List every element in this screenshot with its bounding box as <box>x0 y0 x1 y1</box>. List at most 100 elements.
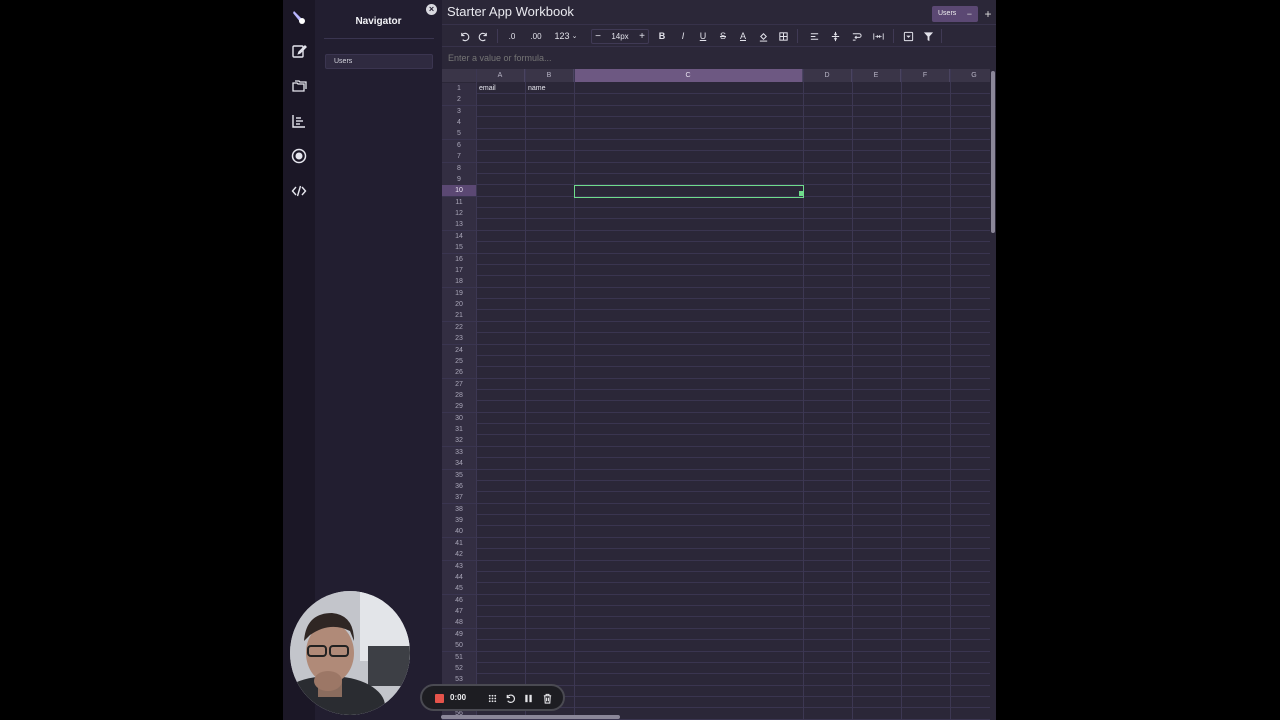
row-header[interactable]: 44 <box>442 571 476 583</box>
column-header-b[interactable]: B <box>525 69 574 82</box>
vertical-scrollbar[interactable] <box>990 69 996 720</box>
filter-icon[interactable] <box>922 29 934 43</box>
font-size-decrease-button[interactable]: − <box>592 29 604 43</box>
row-header[interactable]: 48 <box>442 617 476 629</box>
row-header[interactable]: 8 <box>442 162 476 174</box>
webcam-bubble[interactable] <box>290 591 410 715</box>
strikethrough-button[interactable]: S <box>717 29 729 43</box>
row-header[interactable]: 27 <box>442 378 476 390</box>
record-icon[interactable] <box>289 146 309 166</box>
row-header[interactable]: 19 <box>442 287 476 299</box>
row-header[interactable]: 41 <box>442 537 476 549</box>
row-header[interactable]: 33 <box>442 446 476 458</box>
add-sheet-button[interactable]: + <box>982 6 994 22</box>
row-header[interactable]: 47 <box>442 606 476 618</box>
row-header[interactable]: 50 <box>442 640 476 652</box>
bold-button[interactable]: B <box>656 29 668 43</box>
row-header[interactable]: 6 <box>442 139 476 151</box>
vertical-scrollbar-thumb[interactable] <box>991 71 995 233</box>
font-size-input[interactable]: 14px <box>606 29 634 43</box>
row-header[interactable]: 24 <box>442 344 476 356</box>
row-header[interactable]: 18 <box>442 276 476 288</box>
row-header[interactable]: 20 <box>442 299 476 311</box>
row-header[interactable]: 51 <box>442 651 476 663</box>
row-header[interactable]: 37 <box>442 492 476 504</box>
row-header[interactable]: 26 <box>442 367 476 379</box>
restart-icon[interactable] <box>504 692 516 704</box>
sheet-tab-minimize-button[interactable]: − <box>967 6 972 22</box>
row-header[interactable]: 13 <box>442 219 476 231</box>
active-cell[interactable] <box>574 185 804 198</box>
increase-decimals-button[interactable]: .00 <box>526 29 546 43</box>
underline-button[interactable]: U <box>697 29 709 43</box>
row-header[interactable]: 32 <box>442 435 476 447</box>
column-header-e[interactable]: E <box>852 69 901 82</box>
number-format-select[interactable]: 123 ⌄ <box>552 29 580 43</box>
row-header[interactable]: 45 <box>442 583 476 595</box>
trash-icon[interactable] <box>541 692 553 704</box>
row-header[interactable]: 36 <box>442 480 476 492</box>
column-header-c[interactable]: C <box>574 69 803 82</box>
row-header[interactable]: 12 <box>442 208 476 220</box>
row-header[interactable]: 14 <box>442 230 476 242</box>
cell-b1[interactable]: name <box>528 83 546 94</box>
row-header[interactable]: 22 <box>442 321 476 333</box>
column-header-d[interactable]: D <box>803 69 852 82</box>
close-icon[interactable]: × <box>426 4 437 15</box>
italic-button[interactable]: I <box>677 29 689 43</box>
row-header[interactable]: 40 <box>442 526 476 538</box>
row-header[interactable]: 3 <box>442 105 476 117</box>
align-left-icon[interactable] <box>808 29 820 43</box>
row-header[interactable]: 43 <box>442 560 476 572</box>
code-icon[interactable] <box>289 181 309 201</box>
row-header[interactable]: 28 <box>442 389 476 401</box>
row-header[interactable]: 17 <box>442 264 476 276</box>
formula-bar[interactable] <box>442 48 996 68</box>
column-header-g[interactable]: G <box>950 69 990 82</box>
row-header[interactable]: 46 <box>442 594 476 606</box>
text-color-button[interactable]: A <box>737 29 749 43</box>
undo-icon[interactable] <box>458 29 470 43</box>
stop-record-button[interactable] <box>434 692 444 704</box>
row-header[interactable]: 35 <box>442 469 476 481</box>
row-header[interactable]: 5 <box>442 128 476 140</box>
edit-icon[interactable] <box>289 41 309 61</box>
column-header-a[interactable]: A <box>476 69 525 82</box>
row-header[interactable]: 52 <box>442 662 476 674</box>
merge-cells-icon[interactable] <box>871 29 885 43</box>
row-header[interactable]: 42 <box>442 549 476 561</box>
decrease-decimals-button[interactable]: .0 <box>503 29 521 43</box>
cell-a1[interactable]: email <box>479 83 496 94</box>
row-header[interactable]: 39 <box>442 515 476 527</box>
borders-icon[interactable] <box>777 29 789 43</box>
horizontal-scrollbar-thumb[interactable] <box>441 715 620 719</box>
redo-icon[interactable] <box>477 29 489 43</box>
row-header[interactable]: 23 <box>442 333 476 345</box>
row-header[interactable]: 11 <box>442 196 476 208</box>
chart-icon[interactable] <box>289 111 309 131</box>
row-header[interactable]: 15 <box>442 242 476 254</box>
row-header[interactable]: 4 <box>442 117 476 129</box>
column-header-f[interactable]: F <box>901 69 950 82</box>
fill-color-icon[interactable] <box>757 29 769 43</box>
vertical-align-icon[interactable] <box>829 29 841 43</box>
row-header[interactable]: 10 <box>442 185 476 197</box>
row-header[interactable]: 16 <box>442 253 476 265</box>
row-header[interactable]: 21 <box>442 310 476 322</box>
row-header[interactable]: 7 <box>442 151 476 163</box>
logo-icon[interactable] <box>289 7 309 27</box>
font-size-increase-button[interactable]: + <box>636 29 648 43</box>
pause-icon[interactable] <box>522 692 534 704</box>
row-header[interactable]: 49 <box>442 628 476 640</box>
row-header[interactable]: 9 <box>442 173 476 185</box>
row-header[interactable]: 25 <box>442 355 476 367</box>
navigator-item-users[interactable]: Users <box>325 54 433 69</box>
text-wrap-icon[interactable] <box>850 29 862 43</box>
grid-icon[interactable] <box>486 692 498 704</box>
folders-icon[interactable] <box>289 76 309 96</box>
sheet-tab-users[interactable]: Users − <box>932 6 978 22</box>
spreadsheet-grid[interactable]: ABCDEFG 1 email name 2 3 4 5 6 7 8 9 10 11 12 13 14 15 16… <box>442 69 990 720</box>
row-header[interactable]: 38 <box>442 503 476 515</box>
row-header[interactable]: 2 <box>442 94 476 106</box>
row-header[interactable]: 34 <box>442 458 476 470</box>
